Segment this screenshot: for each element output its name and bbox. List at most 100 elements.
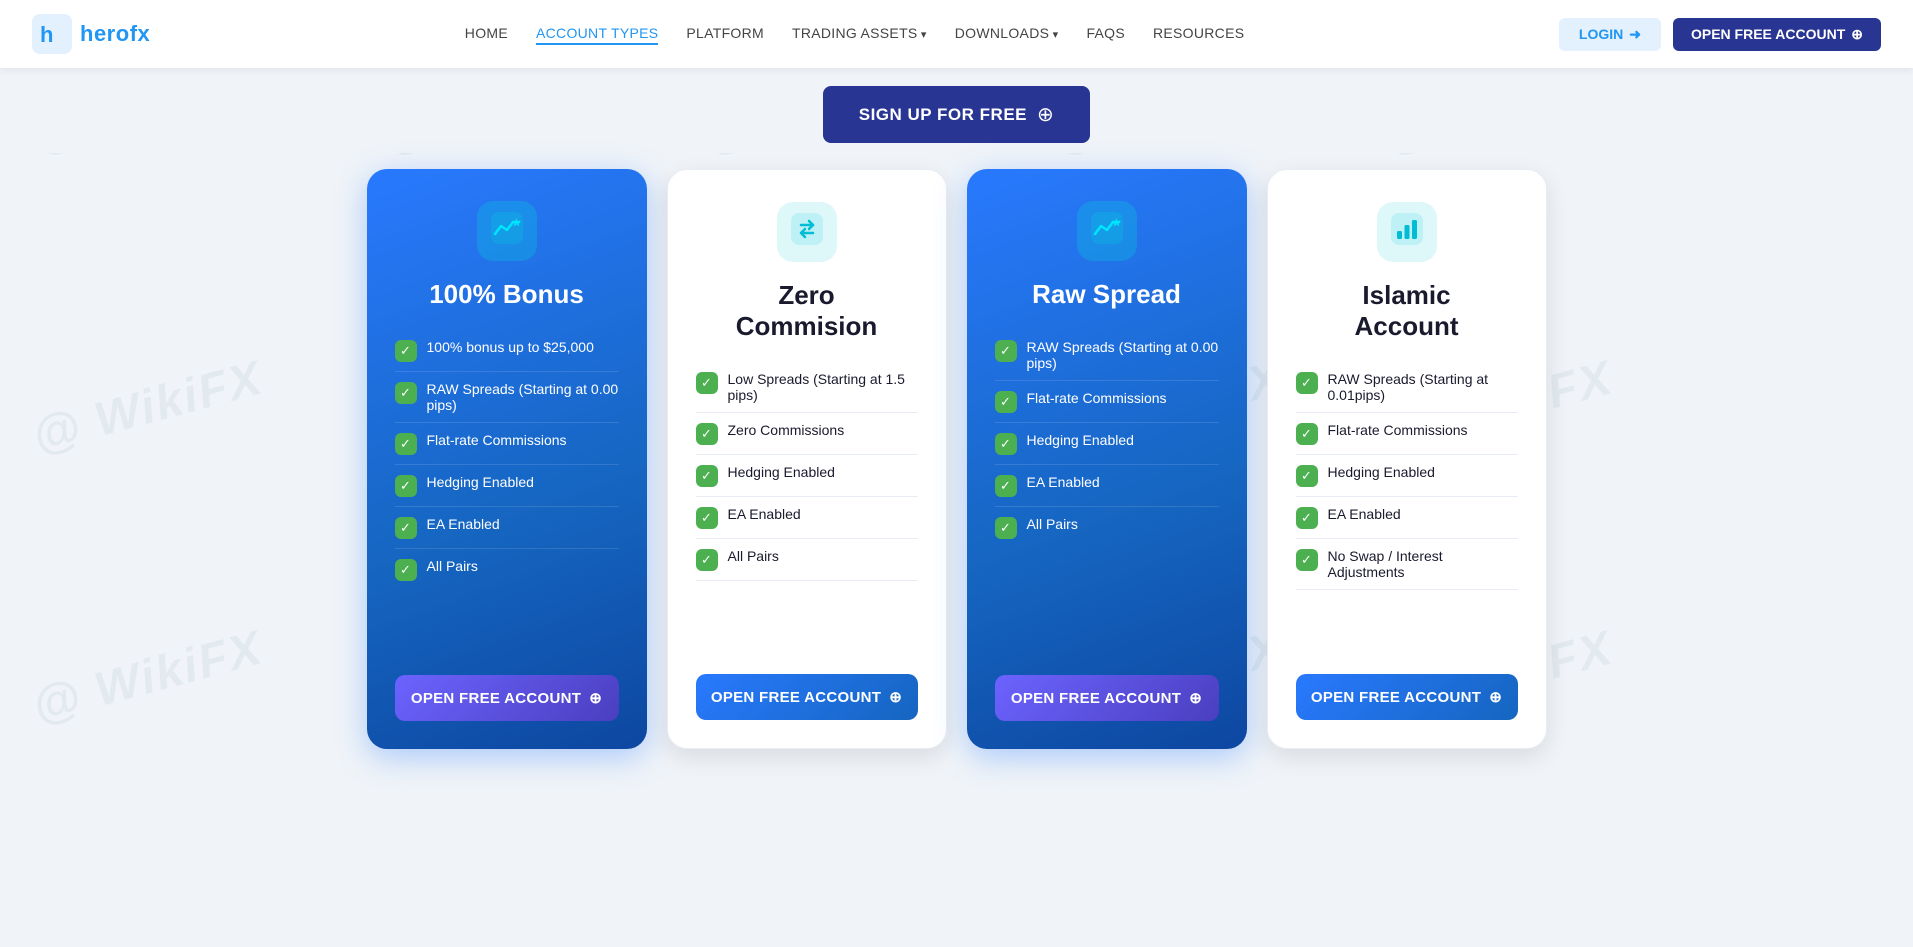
- card-zero-features: ✓ Low Spreads (Starting at 1.5 pips) ✓ Z…: [696, 362, 918, 656]
- card-raw-icon-wrap: [1077, 201, 1137, 261]
- card-zero-open-label: OPEN FREE ACCOUNT: [711, 689, 881, 706]
- feature-item: ✓ Hedging Enabled: [696, 455, 918, 497]
- check-icon: ✓: [395, 517, 417, 539]
- feature-text: Hedging Enabled: [728, 464, 835, 480]
- nav-platform-link[interactable]: PLATFORM: [686, 25, 764, 41]
- feature-text: Low Spreads (Starting at 1.5 pips): [728, 371, 918, 403]
- feature-item: ✓ Hedging Enabled: [395, 465, 619, 507]
- check-icon: ✓: [995, 391, 1017, 413]
- check-icon: ✓: [995, 475, 1017, 497]
- check-icon: ✓: [395, 340, 417, 362]
- nav-links: HOME ACCOUNT TYPES PLATFORM TRADING ASSE…: [465, 25, 1245, 43]
- nav-resources-link[interactable]: RESOURCES: [1153, 25, 1244, 41]
- card-zero-open-button[interactable]: OPEN FREE ACCOUNT ⊕: [696, 674, 918, 720]
- feature-text: RAW Spreads (Starting at 0.00 pips): [427, 381, 619, 413]
- card-bonus-open-button[interactable]: OPEN FREE ACCOUNT ⊕: [395, 675, 619, 721]
- nav-faqs-link[interactable]: FAQS: [1086, 25, 1125, 41]
- logo-part2: fx: [130, 21, 151, 46]
- logo-icon: h: [32, 14, 72, 54]
- feature-text: Zero Commissions: [728, 422, 845, 438]
- login-label: LOGIN: [1579, 26, 1623, 42]
- signup-plus-icon: ⊕: [1037, 102, 1054, 127]
- feature-text: RAW Spreads (Starting at 0.00 pips): [1027, 339, 1219, 371]
- card-zero-open-plus-icon: ⊕: [889, 688, 902, 706]
- feature-item: ✓ Hedging Enabled: [1296, 455, 1518, 497]
- card-raw-spread: Raw Spread ✓ RAW Spreads (Starting at 0.…: [967, 169, 1247, 749]
- card-raw-open-button[interactable]: OPEN FREE ACCOUNT ⊕: [995, 675, 1219, 721]
- feature-text: Flat-rate Commissions: [1328, 422, 1468, 438]
- feature-text: All Pairs: [1027, 516, 1078, 532]
- card-raw-open-plus-icon: ⊕: [1189, 689, 1202, 707]
- check-icon: ✓: [395, 475, 417, 497]
- logo-part1: hero: [80, 21, 130, 46]
- card-raw-open-label: OPEN FREE ACCOUNT: [1011, 690, 1181, 707]
- feature-item: ✓ EA Enabled: [696, 497, 918, 539]
- nav-faqs[interactable]: FAQS: [1086, 25, 1125, 43]
- feature-text: EA Enabled: [427, 516, 500, 532]
- login-arrow-icon: ➜: [1629, 26, 1641, 43]
- navbar: h herofx HOME ACCOUNT TYPES PLATFORM TRA…: [0, 0, 1913, 68]
- feature-text: Flat-rate Commissions: [1027, 390, 1167, 406]
- card-islamic-features: ✓ RAW Spreads (Starting at 0.01pips) ✓ F…: [1296, 362, 1518, 656]
- feature-item: ✓ EA Enabled: [1296, 497, 1518, 539]
- feature-text: RAW Spreads (Starting at 0.01pips): [1328, 371, 1518, 403]
- check-icon: ✓: [696, 549, 718, 571]
- nav-trading-assets-link[interactable]: TRADING ASSETS: [792, 25, 927, 41]
- card-islamic-open-plus-icon: ⊕: [1489, 688, 1502, 706]
- feature-item: ✓ All Pairs: [395, 549, 619, 590]
- nav-account-types[interactable]: ACCOUNT TYPES: [536, 25, 658, 43]
- check-icon: ✓: [395, 382, 417, 404]
- signup-button[interactable]: SIGN UP FOR FREE ⊕: [823, 86, 1091, 143]
- feature-item: ✓ EA Enabled: [995, 465, 1219, 507]
- feature-item: ✓ EA Enabled: [395, 507, 619, 549]
- card-raw-features: ✓ RAW Spreads (Starting at 0.00 pips) ✓ …: [995, 330, 1219, 657]
- check-icon: ✓: [1296, 507, 1318, 529]
- nav-trading-assets[interactable]: TRADING ASSETS: [792, 25, 927, 43]
- card-islamic-open-button[interactable]: OPEN FREE ACCOUNT ⊕: [1296, 674, 1518, 720]
- check-icon: ✓: [696, 372, 718, 394]
- check-icon: ✓: [696, 507, 718, 529]
- feature-text: EA Enabled: [1328, 506, 1401, 522]
- feature-text: No Swap / Interest Adjustments: [1328, 548, 1518, 580]
- chart-star-icon: [491, 212, 523, 251]
- card-islamic-icon-wrap: [1377, 202, 1437, 262]
- nav-platform[interactable]: PLATFORM: [686, 25, 764, 43]
- feature-item: ✓ RAW Spreads (Starting at 0.01pips): [1296, 362, 1518, 413]
- nav-home[interactable]: HOME: [465, 25, 508, 43]
- feature-item: ✓ No Swap / Interest Adjustments: [1296, 539, 1518, 590]
- feature-item: ✓ All Pairs: [696, 539, 918, 581]
- card-bonus: 100% Bonus ✓ 100% bonus up to $25,000 ✓ …: [367, 169, 647, 749]
- nav-downloads-link[interactable]: DOWNLOADS: [955, 25, 1059, 41]
- nav-resources[interactable]: RESOURCES: [1153, 25, 1244, 43]
- check-icon: ✓: [995, 517, 1017, 539]
- card-raw-title: Raw Spread: [995, 279, 1219, 310]
- check-icon: ✓: [696, 423, 718, 445]
- feature-text: All Pairs: [427, 558, 478, 574]
- chart-star-2-icon: [1091, 212, 1123, 251]
- feature-item: ✓ Flat-rate Commissions: [995, 381, 1219, 423]
- check-icon: ✓: [395, 559, 417, 581]
- check-icon: ✓: [1296, 372, 1318, 394]
- check-icon: ✓: [696, 465, 718, 487]
- feature-text: 100% bonus up to $25,000: [427, 339, 594, 355]
- open-account-nav-button[interactable]: OPEN FREE ACCOUNT ⊕: [1673, 18, 1881, 51]
- feature-text: Hedging Enabled: [1027, 432, 1134, 448]
- feature-item: ✓ Low Spreads (Starting at 1.5 pips): [696, 362, 918, 413]
- nav-account-types-link[interactable]: ACCOUNT TYPES: [536, 25, 658, 45]
- card-zero-icon-wrap: [777, 202, 837, 262]
- cards-section: 100% Bonus ✓ 100% bonus up to $25,000 ✓ …: [0, 153, 1913, 779]
- feature-text: Hedging Enabled: [427, 474, 534, 490]
- nav-home-link[interactable]: HOME: [465, 25, 508, 41]
- card-bonus-title: 100% Bonus: [395, 279, 619, 310]
- hero-signup-section: SIGN UP FOR FREE ⊕: [0, 68, 1913, 153]
- card-islamic-open-label: OPEN FREE ACCOUNT: [1311, 689, 1481, 706]
- open-account-nav-label: OPEN FREE ACCOUNT: [1691, 26, 1845, 42]
- check-icon: ✓: [1296, 465, 1318, 487]
- login-button[interactable]: LOGIN ➜: [1559, 18, 1661, 51]
- card-islamic-title: IslamicAccount: [1296, 280, 1518, 342]
- feature-item: ✓ RAW Spreads (Starting at 0.00 pips): [395, 372, 619, 423]
- bar-chart-icon: [1391, 213, 1423, 252]
- logo: h herofx: [32, 14, 150, 54]
- nav-downloads[interactable]: DOWNLOADS: [955, 25, 1059, 43]
- feature-text: Hedging Enabled: [1328, 464, 1435, 480]
